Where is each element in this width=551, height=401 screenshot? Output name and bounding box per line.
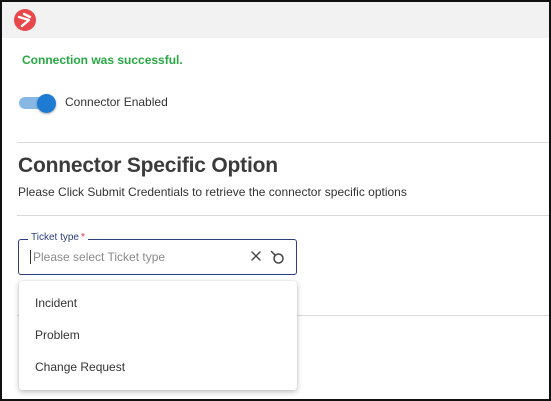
search-icon[interactable] xyxy=(269,249,285,265)
top-bar xyxy=(2,2,549,38)
ticket-type-dropdown: Incident Problem Change Request xyxy=(19,281,297,390)
connector-enabled-label: Connector Enabled xyxy=(65,95,168,109)
text-caret xyxy=(30,250,31,264)
connector-enabled-toggle[interactable] xyxy=(19,93,57,113)
section-title: Connector Specific Option xyxy=(18,154,278,177)
required-marker: * xyxy=(80,232,85,243)
ticket-type-input[interactable] xyxy=(33,248,238,266)
dropdown-option-problem[interactable]: Problem xyxy=(19,320,297,350)
divider xyxy=(17,142,549,143)
divider xyxy=(17,215,549,216)
close-icon[interactable] xyxy=(250,250,262,262)
ticket-type-label: Ticket type * xyxy=(28,232,88,244)
app-window: Connection was successful. Connector Ena… xyxy=(0,0,551,401)
connection-status-message: Connection was successful. xyxy=(22,53,183,67)
brand-logo-icon xyxy=(14,9,36,31)
dropdown-option-change-request[interactable]: Change Request xyxy=(19,352,297,382)
ticket-type-label-text: Ticket type xyxy=(31,232,79,243)
toggle-thumb xyxy=(37,94,56,113)
section-description: Please Click Submit Credentials to retri… xyxy=(18,185,407,199)
dropdown-option-incident[interactable]: Incident xyxy=(19,288,297,318)
